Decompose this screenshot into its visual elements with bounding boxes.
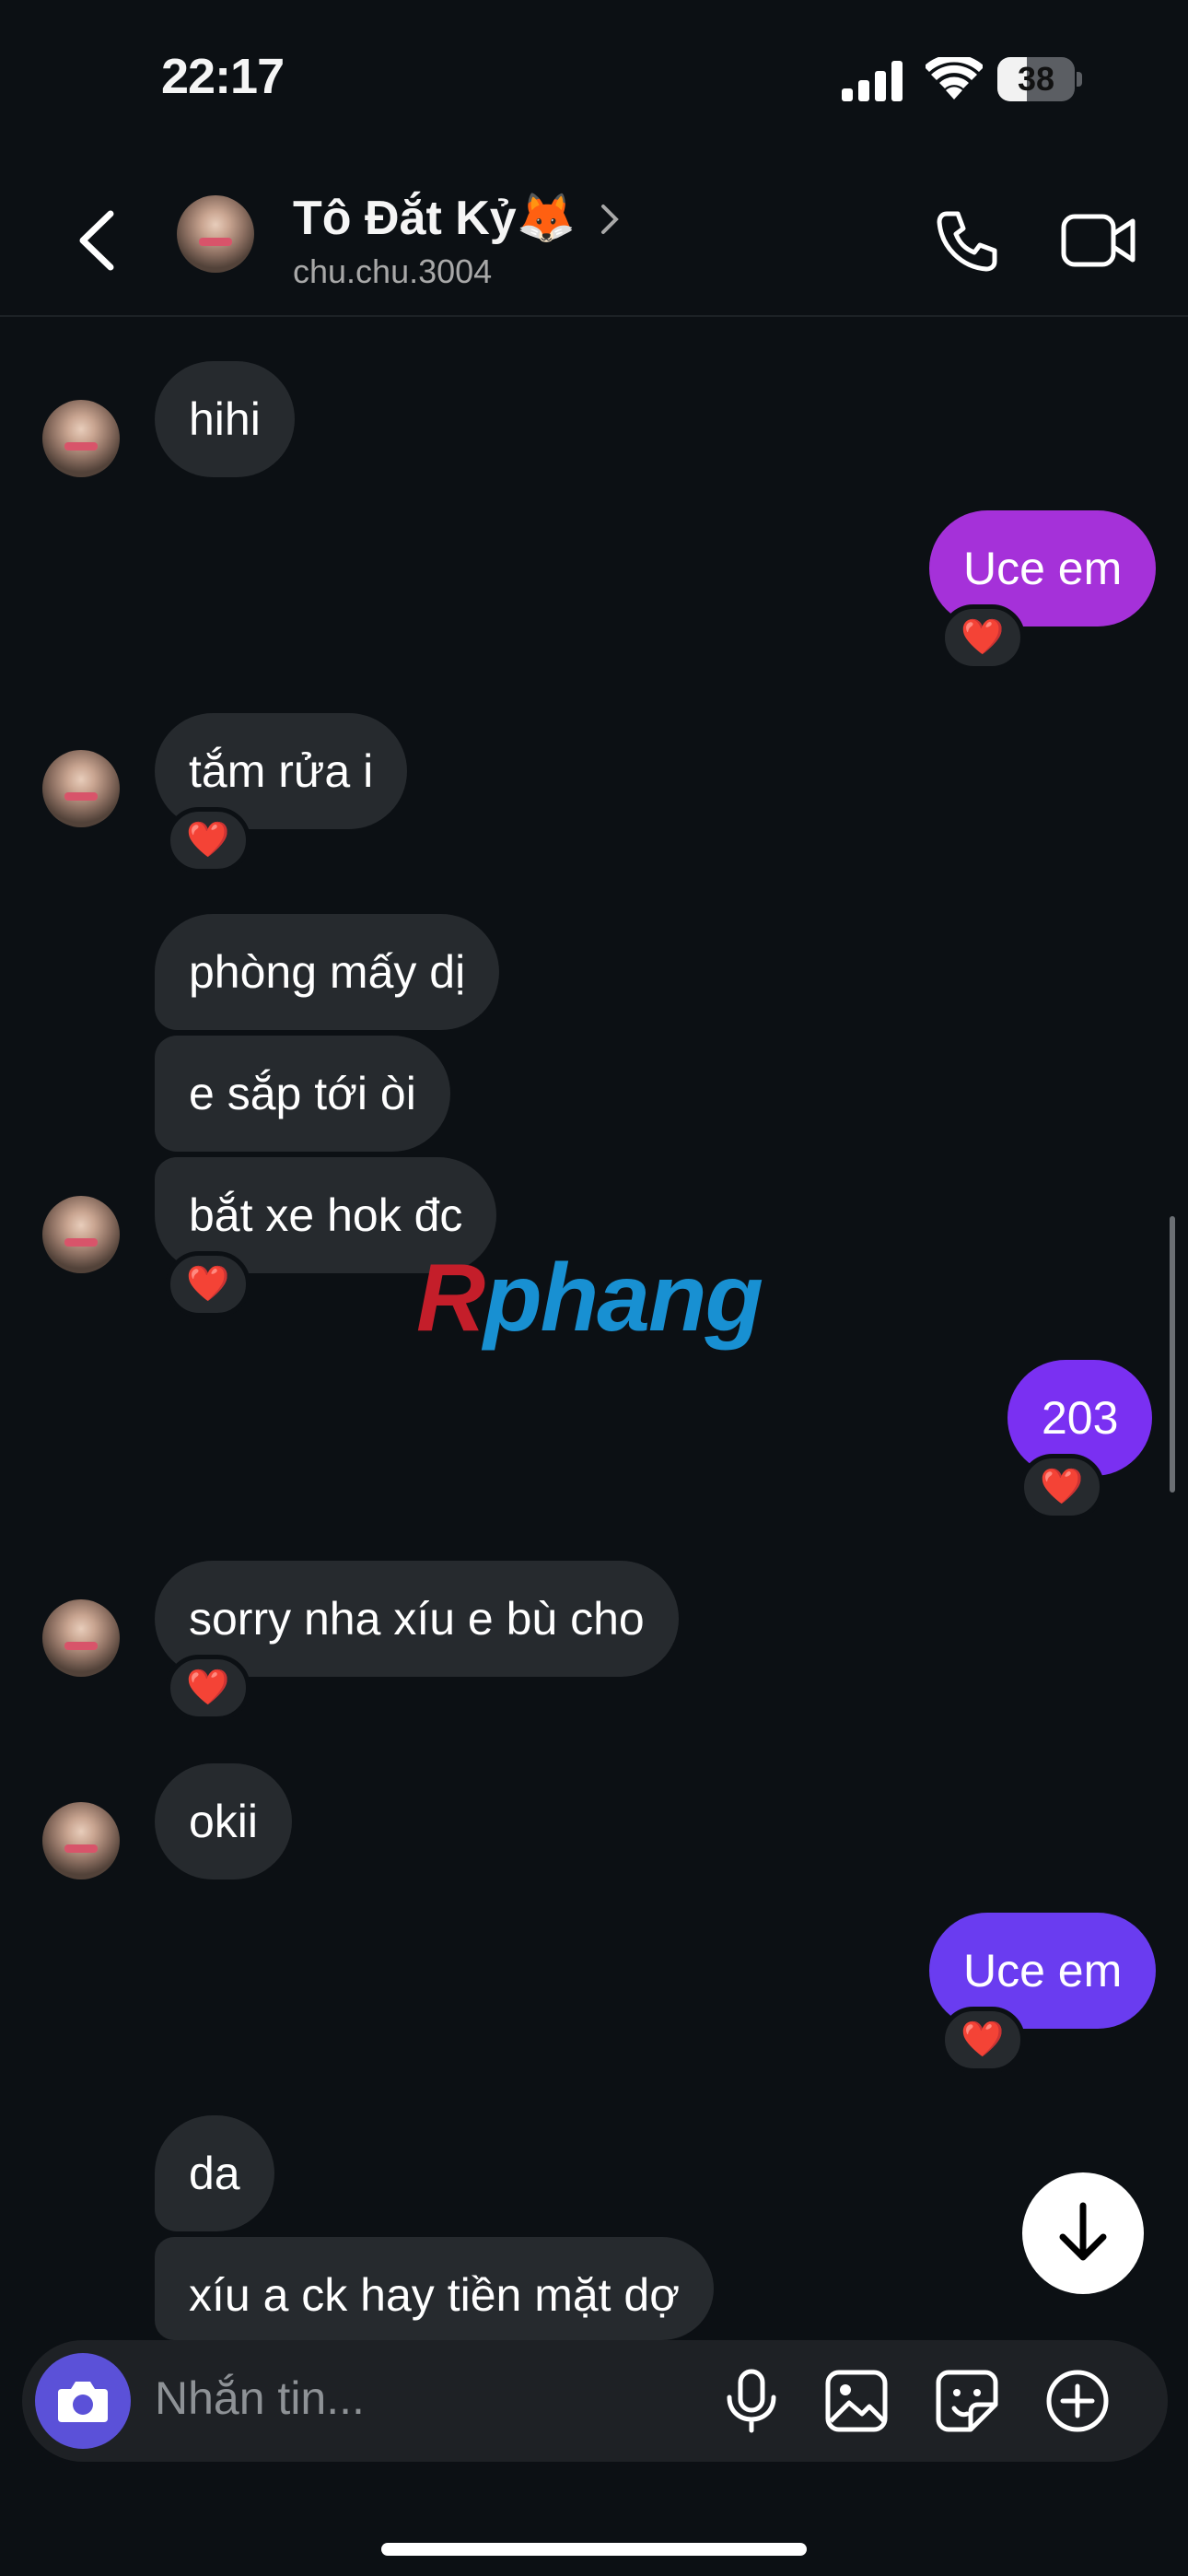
back-icon[interactable] [76, 208, 120, 273]
sender-avatar[interactable] [42, 400, 120, 477]
message-incoming[interactable]: hihi [155, 361, 295, 477]
wifi-icon [926, 57, 983, 100]
heart-icon: ❤️ [1040, 1468, 1084, 1506]
sender-avatar[interactable] [42, 1196, 120, 1273]
battery-percent: 38 [1017, 60, 1055, 98]
phone-icon[interactable] [934, 208, 1000, 275]
sender-avatar[interactable] [42, 1802, 120, 1879]
gallery-icon[interactable] [823, 2368, 890, 2434]
chevron-right-icon[interactable] [599, 203, 621, 236]
reaction-badge[interactable]: ❤️ [166, 807, 250, 873]
reaction-badge[interactable]: ❤️ [940, 604, 1025, 671]
sticker-icon[interactable] [934, 2368, 1000, 2434]
message-incoming[interactable]: da [155, 2115, 274, 2231]
header-divider [0, 315, 1188, 317]
status-time: 22:17 [161, 49, 285, 104]
contact-username: chu.chu.3004 [293, 252, 493, 290]
home-indicator[interactable] [381, 2543, 807, 2556]
sender-avatar[interactable] [42, 1599, 120, 1677]
heart-icon: ❤️ [186, 1265, 230, 1304]
message-incoming[interactable]: xíu a ck hay tiền mặt dợ [155, 2237, 715, 2340]
arrow-down-icon [1059, 2202, 1107, 2261]
watermark: Rphang [416, 1245, 763, 1352]
camera-icon [58, 2382, 108, 2422]
heart-icon: ❤️ [186, 1669, 230, 1707]
scroll-down-button[interactable] [1022, 2172, 1144, 2294]
add-icon[interactable] [1044, 2368, 1111, 2434]
message-incoming[interactable]: phòng mấy dị [155, 914, 500, 1030]
microphone-icon[interactable] [718, 2368, 785, 2434]
heart-icon: ❤️ [961, 618, 1005, 657]
message-incoming[interactable]: e sắp tới òi [155, 1036, 450, 1152]
video-call-icon[interactable] [1061, 212, 1136, 269]
camera-button[interactable] [35, 2353, 131, 2449]
contact-avatar[interactable] [177, 195, 254, 273]
reaction-badge[interactable]: ❤️ [1019, 1454, 1104, 1520]
contact-name[interactable]: Tô Đắt Kỷ🦊 [293, 190, 576, 246]
signal-icon [842, 61, 903, 101]
battery-indicator: 38 [997, 57, 1082, 101]
reaction-badge[interactable]: ❤️ [166, 1251, 250, 1317]
message-input[interactable]: Nhắn tin... [155, 2371, 365, 2425]
message-incoming[interactable]: okii [155, 1763, 293, 1879]
scroll-indicator[interactable] [1170, 1216, 1175, 1493]
heart-icon: ❤️ [186, 821, 230, 860]
reaction-badge[interactable]: ❤️ [940, 2007, 1025, 2073]
heart-icon: ❤️ [961, 2020, 1005, 2059]
reaction-badge[interactable]: ❤️ [166, 1655, 250, 1721]
sender-avatar[interactable] [42, 750, 120, 827]
